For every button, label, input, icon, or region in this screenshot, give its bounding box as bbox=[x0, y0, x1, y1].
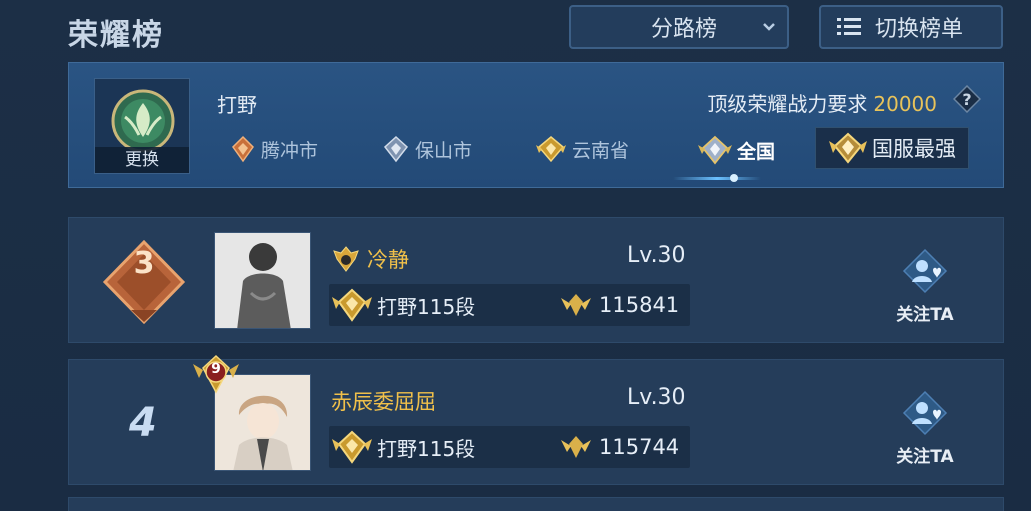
dropdown-label: 分路榜 bbox=[650, 17, 717, 42]
tab-region-baoshan[interactable]: 保山市 bbox=[381, 135, 472, 163]
player-stats: 打野115段 115744 bbox=[329, 426, 690, 468]
tab-server-strongest[interactable]: 国服最强 bbox=[815, 127, 969, 169]
active-tab-dot bbox=[730, 174, 738, 182]
leaderboard-row[interactable]: 4 9 赤辰委屈屈 Lv.30 打野115段 115744 关注TA bbox=[68, 354, 1004, 485]
tab-region-national[interactable]: 全国 bbox=[697, 135, 775, 165]
tab-region-yunnan[interactable]: 云南省 bbox=[534, 135, 629, 163]
rank-tier-icon bbox=[332, 288, 372, 322]
player-level: Lv.30 bbox=[627, 243, 686, 268]
chevron-down-icon bbox=[763, 23, 775, 31]
hero-role-selector[interactable]: 更换 bbox=[94, 78, 190, 174]
role-label: 打野 bbox=[217, 93, 257, 117]
rank-tier-icon bbox=[332, 430, 372, 464]
silver-emblem-icon bbox=[383, 135, 409, 163]
player-name: 冷静 bbox=[367, 248, 409, 272]
change-label: 更换 bbox=[95, 147, 189, 173]
svg-text:?: ? bbox=[962, 90, 971, 109]
player-stats: 打野115段 115841 bbox=[329, 284, 690, 326]
strongest-emblem-icon bbox=[829, 132, 867, 164]
requirement-value: 20000 bbox=[873, 92, 937, 116]
rank-tier: 打野115段 bbox=[377, 294, 476, 319]
follow-label: 关注TA bbox=[896, 305, 954, 325]
player-name-line: 赤辰委屈屈 bbox=[331, 386, 436, 416]
player-level: Lv.30 bbox=[627, 385, 686, 410]
level-badge-number: 9 bbox=[211, 361, 221, 377]
follow-user-icon bbox=[902, 248, 948, 294]
gold-emblem-icon bbox=[536, 136, 566, 163]
tab-region-tengchong[interactable]: 腾冲市 bbox=[229, 135, 318, 163]
filter-panel: 更换 打野 顶级荣耀战力要求 20000 ? 腾冲市 保山市 云南省 全国 国服… bbox=[68, 62, 1004, 188]
player-portrait-image bbox=[215, 233, 310, 328]
power-icon bbox=[561, 436, 591, 458]
leaderboard-row[interactable] bbox=[68, 497, 1004, 511]
rank-tier: 打野115段 bbox=[377, 436, 476, 461]
title-rank-icon bbox=[333, 246, 359, 272]
help-icon[interactable]: ? bbox=[953, 85, 981, 113]
national-emblem-icon bbox=[698, 135, 732, 165]
follow-label: 关注TA bbox=[896, 447, 954, 467]
rank-number: 4 bbox=[129, 400, 157, 446]
follow-user-icon bbox=[902, 390, 948, 436]
requirement-label: 顶级荣耀战力要求 bbox=[707, 92, 868, 116]
list-icon bbox=[837, 18, 861, 35]
power-value: 115744 bbox=[599, 435, 680, 459]
active-tab-indicator bbox=[673, 177, 761, 180]
requirement-text: 顶级荣耀战力要求 20000 bbox=[707, 88, 937, 117]
power-icon bbox=[561, 294, 591, 316]
player-name-line: 冷静 bbox=[331, 244, 409, 274]
follow-button[interactable]: 关注TA bbox=[887, 390, 963, 467]
region-tabs: 腾冲市 保山市 云南省 全国 国服最强 bbox=[229, 127, 989, 171]
level-badge: 9 bbox=[189, 352, 243, 400]
leaderboard-row[interactable]: 3 冷静 Lv.30 打野115段 115841 关注TA bbox=[68, 217, 1004, 343]
player-name: 赤辰委屈屈 bbox=[331, 390, 436, 414]
page-title: 荣耀榜 bbox=[68, 18, 164, 53]
honor-leaderboard-screen: 荣耀榜 分路榜 切换榜单 更换 打野 顶级荣耀战力要求 20000 ? 腾冲市 … bbox=[0, 0, 1031, 511]
power-value: 115841 bbox=[599, 293, 680, 317]
lane-leaderboard-dropdown[interactable]: 分路榜 bbox=[569, 5, 789, 49]
switch-label: 切换榜单 bbox=[875, 17, 964, 42]
avatar[interactable] bbox=[214, 232, 311, 329]
switch-leaderboard-button[interactable]: 切换榜单 bbox=[819, 5, 1003, 49]
rank-number: 3 bbox=[133, 246, 155, 281]
bronze-emblem-icon bbox=[232, 135, 254, 163]
follow-button[interactable]: 关注TA bbox=[887, 248, 963, 325]
